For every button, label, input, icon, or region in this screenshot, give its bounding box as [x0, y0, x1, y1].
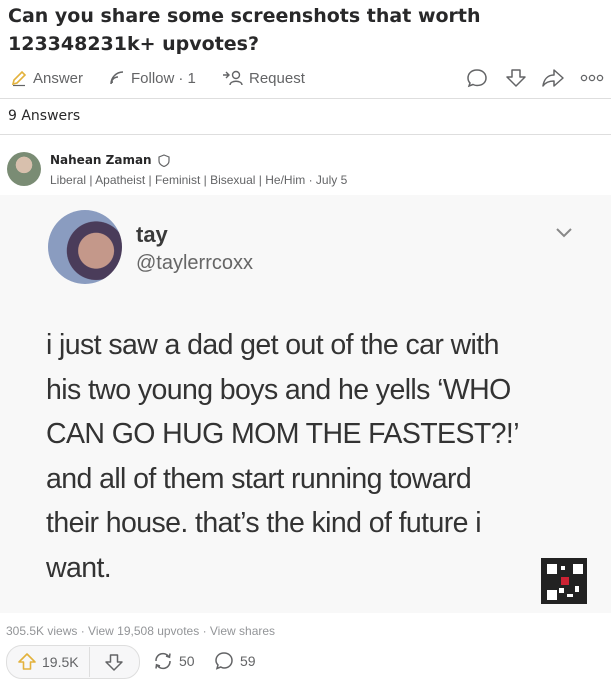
upvote-button[interactable]: 19.5K [7, 647, 90, 677]
author-credentials: Liberal | Apatheist | Feminist | Bisexua… [50, 173, 348, 187]
answer-stats[interactable]: 305.5K views · View 19,508 upvotes · Vie… [6, 624, 275, 638]
share-icon[interactable] [541, 67, 565, 89]
author-name-row[interactable]: Nahean Zaman [50, 153, 170, 167]
chevron-down-icon [556, 228, 572, 238]
tweet-handle: @taylerrcoxx [136, 252, 253, 274]
question-title-line-1: Can you share some screenshots that wort… [8, 5, 481, 27]
answer-button[interactable]: Answer [10, 68, 83, 88]
tweet-avatar [48, 210, 122, 284]
tweet-text: i just saw a dad get out of the car with… [46, 323, 586, 590]
comment-icon [215, 652, 233, 670]
question-title-line-2: 123348231k+ upvotes? [8, 33, 260, 55]
verified-icon [157, 153, 170, 167]
author-avatar[interactable] [7, 152, 41, 186]
tweet-line: and all of them start running toward [46, 462, 472, 495]
answers-count: 9 Answers [8, 108, 81, 124]
vote-group: 19.5K [6, 645, 140, 679]
follow-count: · 1 [178, 69, 196, 87]
downvote-icon [105, 654, 124, 671]
tweet-line: his two young boys and he yells ‘WHO [46, 373, 511, 406]
tweet-line: i just saw a dad get out of the car with [46, 329, 499, 361]
follow-icon [110, 71, 124, 85]
reshare-button[interactable]: 50 [152, 645, 195, 677]
answer-label: Answer [33, 69, 84, 87]
downvote-icon[interactable] [505, 67, 527, 89]
qr-code-icon [541, 558, 587, 604]
tweet-name: tay [136, 222, 168, 247]
comment-count: 59 [240, 653, 256, 669]
follow-label: Follow [131, 69, 175, 87]
question-title[interactable]: Can you share some screenshots that wort… [8, 2, 568, 58]
request-button[interactable]: Request [222, 68, 305, 88]
tweet-line: CAN GO HUG MOM THE FASTEST?!’ [46, 418, 520, 450]
tweet-line: their house. that’s the kind of future i [46, 507, 482, 539]
divider [0, 98, 611, 99]
follow-button[interactable]: Follow · 1 [108, 68, 196, 88]
reshare-count: 50 [179, 653, 195, 669]
request-label: Request [249, 69, 305, 87]
upvote-icon [18, 653, 36, 670]
answer-icon [11, 70, 27, 87]
upvote-count: 19.5K [42, 654, 79, 670]
author-name: Nahean Zaman [50, 153, 152, 167]
comment-icon[interactable] [466, 68, 488, 88]
comments-button[interactable]: 59 [214, 645, 256, 677]
divider [0, 134, 611, 135]
request-icon [223, 70, 243, 86]
tweet-line: want. [46, 551, 112, 584]
reshare-icon [155, 652, 171, 670]
more-icon[interactable] [580, 73, 604, 83]
downvote-button[interactable] [90, 647, 139, 677]
